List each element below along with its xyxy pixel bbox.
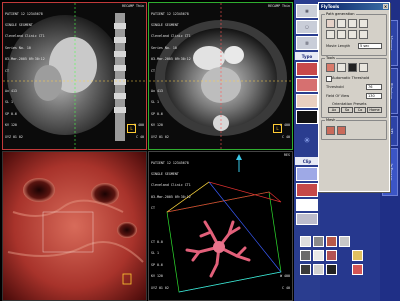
redo-icon[interactable]	[313, 264, 324, 275]
layout-2x2-icon[interactable]: ▦	[296, 4, 318, 18]
path-manual-icon[interactable]	[337, 19, 346, 28]
patient-info-overlay: PATIENT 12 12345678 SINGLE SEGMENT Cleve…	[5, 11, 45, 73]
vessel-preset-icon[interactable]	[296, 78, 318, 92]
clip-box-icon[interactable]	[296, 167, 318, 181]
acquisition-overlay: Ax 413 SL 1 SP 0.6 KV 120 XYZ 01 02	[151, 89, 169, 139]
layout-1x2-icon[interactable]: ▥	[296, 36, 318, 50]
fov-field[interactable]: 130	[366, 93, 382, 99]
series-label: RECAMP Thin	[122, 4, 144, 8]
auto-threshold-label: Automatic Threshold	[332, 76, 370, 80]
series-label: RES	[284, 153, 290, 157]
patient-info-overlay: PATIENT 12 12345678 SINGLE SEGMENT Cleve…	[151, 11, 191, 73]
clip-label[interactable]: Clip	[295, 157, 319, 165]
print-icon[interactable]	[313, 250, 324, 261]
viewport-axial[interactable]: PATIENT 12 12345678 SINGLE SEGMENT Cleve…	[148, 2, 293, 150]
report-icon[interactable]	[339, 236, 350, 247]
render-mode-icon[interactable]	[326, 63, 335, 72]
preset-home-button[interactable]: Home	[367, 107, 382, 113]
viewport-fly-through[interactable]	[2, 151, 147, 301]
tools-group: Tools Automatic Threshold Threshold 76 F…	[321, 56, 387, 118]
close-icon[interactable]: ×	[383, 4, 388, 9]
mesh-export-icon[interactable]	[337, 126, 346, 135]
measure-icon[interactable]	[359, 63, 368, 72]
orientation-presets-label: Orientation Presets	[332, 102, 367, 106]
reset-icon[interactable]	[326, 264, 337, 275]
layout-1x1-icon[interactable]: ▢	[296, 20, 318, 34]
patient-info-overlay: PATIENT 12 12345678 SINGLE SEGMENT Cleve…	[151, 160, 191, 211]
series-label: RECAMP Thin	[268, 4, 290, 8]
clip-plane-icon[interactable]	[296, 183, 318, 197]
typo-label[interactable]: Typo	[295, 52, 319, 60]
settings-icon[interactable]	[352, 250, 363, 261]
mesh-show-icon[interactable]	[326, 126, 335, 135]
path-reverse-icon[interactable]	[337, 30, 346, 39]
orientation-badge[interactable]: L	[127, 124, 136, 133]
undo-icon[interactable]	[300, 264, 311, 275]
path-camera-icon[interactable]	[359, 30, 368, 39]
path-edit-icon[interactable]	[359, 19, 368, 28]
movie-icon[interactable]	[326, 236, 337, 247]
mesh-group: Mesh	[321, 118, 387, 140]
flytools-window: FlyTools × Path generation Movie Length …	[318, 2, 390, 192]
light-source-icon[interactable]: ✳	[296, 134, 318, 146]
fov-label: Field Of View	[326, 94, 350, 98]
preset-axial-button[interactable]: Ax	[328, 107, 340, 113]
flytools-titlebar[interactable]: FlyTools ×	[319, 3, 389, 10]
path-generation-group: Path generation Movie Length 5 sec	[321, 12, 387, 56]
path-play-icon[interactable]	[326, 30, 335, 39]
clip-invert-icon[interactable]	[296, 213, 318, 225]
preset-coronal-button[interactable]: Co	[354, 107, 366, 113]
acquisition-overlay: CT 0.0 SL 1 SP 0.6 KV 120 XYZ 01 02	[151, 240, 169, 290]
quick-tools-grid	[300, 236, 378, 296]
endoluminal-render	[3, 152, 146, 300]
camera-icon[interactable]	[337, 63, 346, 72]
export-icon[interactable]	[326, 250, 337, 261]
capture-icon[interactable]	[300, 236, 311, 247]
orientation-badge[interactable]: L	[273, 124, 282, 133]
black-background-icon[interactable]	[296, 110, 318, 124]
path-start-icon[interactable]	[326, 19, 335, 28]
viewport-3d-volume[interactable]: PATIENT 12 12345678 SINGLE SEGMENT Cleve…	[148, 151, 293, 301]
threshold-field[interactable]: 76	[366, 84, 382, 90]
threshold-label: Threshold	[326, 85, 344, 89]
acquisition-overlay: Ax 413 SL 1 SP 0.6 KV 120 XYZ 01 02	[5, 89, 23, 139]
movie-length-label: Movie Length	[326, 44, 351, 48]
path-auto-icon[interactable]	[348, 19, 357, 28]
save-icon[interactable]	[300, 250, 311, 261]
movie-length-field[interactable]: 5 sec	[358, 43, 382, 49]
contrast-icon[interactable]	[348, 63, 357, 72]
viewport-sagittal[interactable]: PATIENT 12 12345678 SINGLE SEGMENT Cleve…	[2, 2, 147, 150]
bone-preset-icon[interactable]	[296, 94, 318, 108]
path-delete-icon[interactable]	[348, 30, 357, 39]
snapshot-icon[interactable]	[313, 236, 324, 247]
clip-reset-icon[interactable]	[296, 199, 318, 211]
window-level-overlay: W 400 C 40	[280, 274, 290, 290]
preset-sagittal-button[interactable]: Sa	[341, 107, 353, 113]
volume-preset-icon[interactable]	[296, 62, 318, 76]
close-session-icon[interactable]	[352, 264, 363, 275]
